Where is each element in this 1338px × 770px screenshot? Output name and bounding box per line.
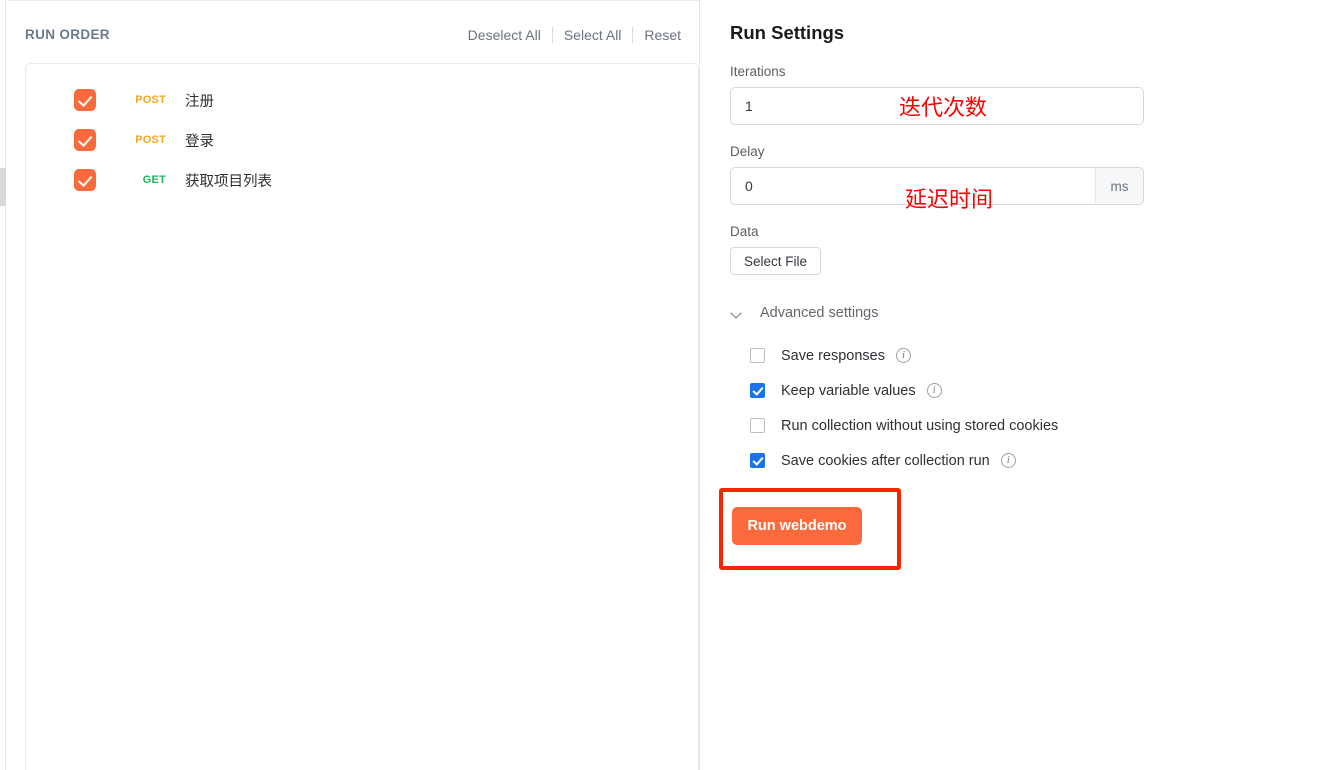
request-list: POST 注册 POST 登录 GET 获取项目列表 <box>26 80 698 200</box>
list-item[interactable]: GET 获取项目列表 <box>26 160 698 200</box>
run-order-card: POST 注册 POST 登录 GET 获取项目列表 <box>25 63 699 770</box>
request-method-badge: POST <box>135 94 166 106</box>
option-save-responses[interactable]: Save responses i <box>750 338 1170 373</box>
delay-annotation: 延迟时间 <box>905 188 994 213</box>
info-icon[interactable]: i <box>895 348 911 363</box>
option-save-cookies[interactable]: Save cookies after collection run i <box>750 443 1170 478</box>
info-icon[interactable]: i <box>926 383 942 398</box>
data-label: Data <box>730 224 759 239</box>
option-run-without-cookies[interactable]: Run collection without using stored cook… <box>750 408 1170 443</box>
iterations-annotation: 迭代次数 <box>899 96 988 121</box>
option-keep-variable-values[interactable]: Keep variable values i <box>750 373 1170 408</box>
request-method-badge: POST <box>135 134 166 146</box>
run-settings-panel: Run Settings Iterations 1 Delay 0 ms Dat… <box>700 0 1338 770</box>
run-without-cookies-label: Run collection without using stored cook… <box>781 417 1059 434</box>
run-order-actions: Deselect All Select All Reset <box>457 25 681 45</box>
request-name: 获取项目列表 <box>185 173 272 190</box>
request-name: 登录 <box>185 133 214 150</box>
keep-variable-values-checkbox[interactable] <box>750 383 765 398</box>
request-checkbox[interactable] <box>74 89 96 111</box>
save-cookies-checkbox[interactable] <box>750 453 765 468</box>
chevron-down-icon <box>730 306 744 320</box>
run-order-header: RUN ORDER Deselect All Select All Reset <box>25 23 681 47</box>
scrollbar-thumb[interactable] <box>0 168 6 206</box>
info-icon[interactable]: i <box>1000 453 1016 468</box>
delay-label: Delay <box>730 144 765 159</box>
iterations-label: Iterations <box>730 64 786 79</box>
select-all-button[interactable]: Select All <box>553 25 633 45</box>
advanced-settings-options: Save responses i Keep variable values i … <box>750 338 1170 478</box>
run-settings-title: Run Settings <box>730 22 845 43</box>
advanced-settings-label: Advanced settings <box>760 305 879 321</box>
select-file-button[interactable]: Select File <box>730 247 822 275</box>
run-collection-button[interactable]: Run webdemo <box>732 507 862 545</box>
list-item[interactable]: POST 注册 <box>26 80 698 120</box>
request-method-badge: GET <box>142 174 166 186</box>
left-scroll-rail[interactable] <box>0 0 6 770</box>
advanced-settings-toggle[interactable]: Advanced settings <box>730 303 879 323</box>
page-title: RUN ORDER <box>25 27 110 42</box>
save-responses-checkbox[interactable] <box>750 348 765 363</box>
save-cookies-label: Save cookies after collection run <box>781 452 990 469</box>
list-item[interactable]: POST 登录 <box>26 120 698 160</box>
delay-unit-suffix: ms <box>1095 168 1143 204</box>
request-name: 注册 <box>185 93 214 110</box>
run-without-cookies-checkbox[interactable] <box>750 418 765 433</box>
request-checkbox[interactable] <box>74 129 96 151</box>
run-order-panel: RUN ORDER Deselect All Select All Reset … <box>7 1 699 770</box>
request-checkbox[interactable] <box>74 169 96 191</box>
reset-button[interactable]: Reset <box>633 25 681 45</box>
save-responses-label: Save responses <box>781 347 885 364</box>
keep-variable-values-label: Keep variable values <box>781 382 916 399</box>
collection-runner-screen: RUN ORDER Deselect All Select All Reset … <box>0 0 1338 770</box>
deselect-all-button[interactable]: Deselect All <box>457 25 552 45</box>
